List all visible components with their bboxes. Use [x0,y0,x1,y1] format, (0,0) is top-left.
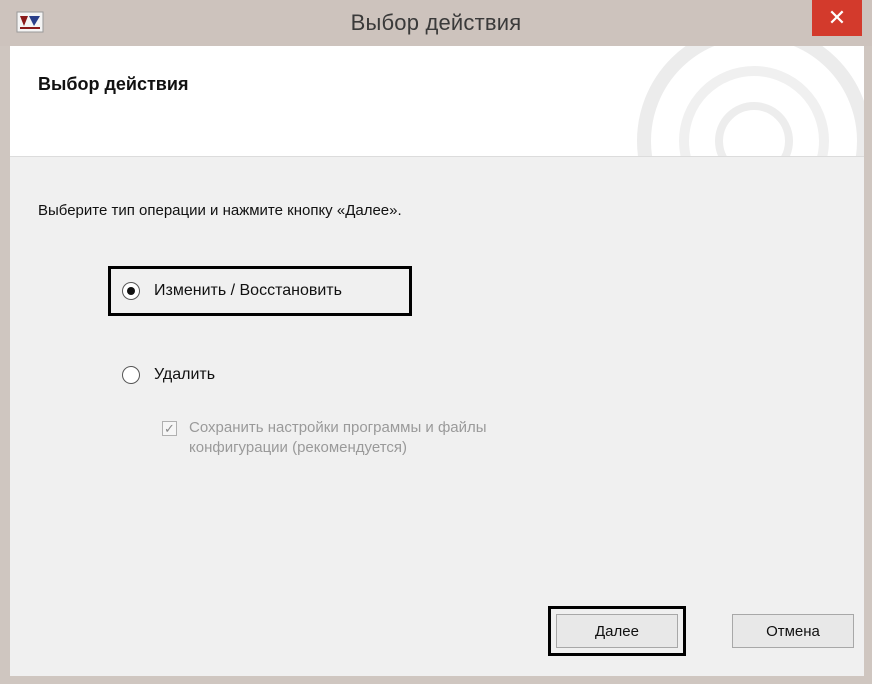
keep-settings-checkbox: ✓ [162,421,177,436]
option-modify-restore[interactable]: Изменить / Восстановить [122,274,342,308]
radio-modify-restore[interactable] [122,282,140,300]
title-bar[interactable]: Выбор действия ✕ [0,0,872,46]
close-button[interactable]: ✕ [812,0,862,36]
keep-settings-checkbox-row: ✓ Сохранить настройки программы и файлы … [162,418,487,458]
close-icon: ✕ [827,5,847,30]
window-title: Выбор действия [350,10,522,35]
dialog-content: Выбор действия Выберите тип операции и н… [10,46,864,676]
next-button[interactable]: Далее [556,614,678,648]
page-title: Выбор действия [38,74,189,94]
option-delete[interactable]: Удалить [122,358,215,392]
keep-settings-line1: Сохранить настройки программы и файлы [189,419,487,436]
instruction-text: Выберите тип операции и нажмите кнопку «… [38,202,402,219]
cancel-button[interactable]: Отмена [732,614,854,648]
wizard-header: Выбор действия [10,46,864,157]
option-delete-label: Удалить [154,366,216,383]
keep-settings-line2: конфигурации (рекомендуется) [189,439,408,456]
option-modify-label: Изменить / Восстановить [154,282,342,299]
radio-delete[interactable] [122,366,140,384]
installer-window: Выбор действия ✕ Выбор действия Выберите… [0,0,872,684]
header-decoration-icon [637,46,864,156]
keep-settings-label: Сохранить настройки программы и файлы ко… [189,418,487,458]
